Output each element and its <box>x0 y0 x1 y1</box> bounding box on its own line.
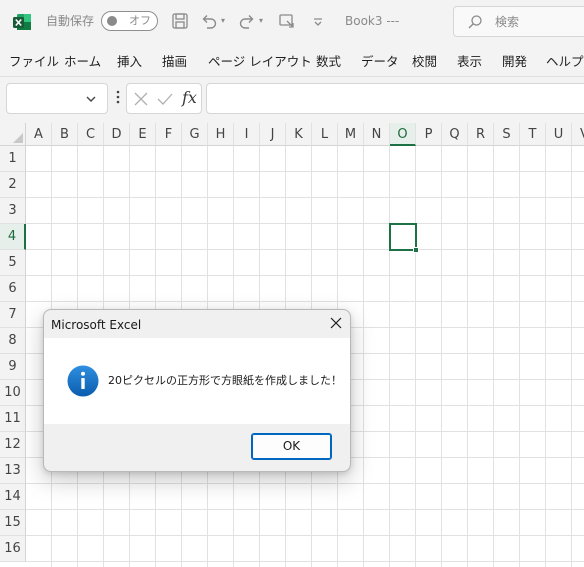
confirm-check-icon[interactable] <box>157 91 173 107</box>
save-icon[interactable] <box>171 12 189 30</box>
column-header[interactable]: M <box>338 123 364 146</box>
formula-controls: fx <box>126 83 202 114</box>
column-header[interactable]: J <box>260 123 286 146</box>
row-header[interactable]: 15 <box>0 510 26 536</box>
tab-developer[interactable]: 開発 <box>502 54 527 70</box>
dialog-title: Microsoft Excel <box>51 318 142 332</box>
column-header[interactable]: I <box>234 123 260 146</box>
tab-home[interactable]: ホーム <box>64 54 101 70</box>
row-header[interactable]: 2 <box>0 172 26 198</box>
column-header[interactable]: P <box>416 123 442 146</box>
close-icon[interactable] <box>329 316 343 330</box>
tab-help[interactable]: ヘルプ <box>546 54 584 70</box>
name-box[interactable] <box>6 83 108 114</box>
row-header[interactable]: 8 <box>0 328 26 354</box>
column-header[interactable]: F <box>156 123 182 146</box>
tab-page-layout[interactable]: ページ レイアウト <box>208 54 312 70</box>
search-placeholder: 検索 <box>495 15 520 29</box>
row-header[interactable]: 14 <box>0 484 26 510</box>
title-bar: 自動保存 オフ ▾ ▾ Book3 ‐‐‐ 検索 <box>0 0 584 44</box>
column-header[interactable]: B <box>52 123 78 146</box>
redo-icon[interactable] <box>238 12 256 30</box>
column-header[interactable]: C <box>78 123 104 146</box>
dialog-message: 20ピクセルの正方形で方眼紙を作成しました！ <box>108 374 342 387</box>
document-title: Book3 ‐‐‐ <box>345 14 400 28</box>
tab-formulas[interactable]: 数式 <box>316 54 341 70</box>
column-header[interactable]: H <box>208 123 234 146</box>
row-header[interactable]: 9 <box>0 354 26 380</box>
column-header[interactable]: O <box>390 123 416 146</box>
autosave-toggle-state: オフ <box>129 14 151 27</box>
search-box[interactable]: 検索 <box>453 6 584 37</box>
tab-insert[interactable]: 挿入 <box>117 54 142 70</box>
row-header[interactable]: 6 <box>0 276 26 302</box>
tab-data[interactable]: データ <box>361 54 399 70</box>
more-options-icon[interactable] <box>116 89 120 105</box>
redo-chevron-icon[interactable]: ▾ <box>259 17 263 25</box>
excel-logo-icon <box>13 14 31 30</box>
tab-view[interactable]: 表示 <box>457 54 482 70</box>
select-all-corner[interactable] <box>0 123 26 146</box>
formula-bar: fx <box>0 77 584 123</box>
row-header[interactable]: 5 <box>0 250 26 276</box>
column-header[interactable]: Q <box>442 123 468 146</box>
customize-toolbar-icon[interactable] <box>309 12 327 30</box>
tab-review[interactable]: 校閲 <box>412 54 437 70</box>
column-header[interactable]: G <box>182 123 208 146</box>
column-header[interactable]: V <box>572 123 584 146</box>
column-header[interactable]: D <box>104 123 130 146</box>
undo-chevron-icon[interactable]: ▾ <box>221 17 225 25</box>
formula-input[interactable] <box>206 83 584 114</box>
message-dialog: Microsoft Excel 20ピクセルの正方形で方眼紙を作成しました！ O… <box>43 309 351 472</box>
column-header[interactable]: U <box>546 123 572 146</box>
touch-mode-icon[interactable] <box>278 12 296 30</box>
fill-handle[interactable] <box>413 247 419 253</box>
tab-file[interactable]: ファイル <box>9 54 59 70</box>
autosave-label: 自動保存 <box>46 14 95 28</box>
column-header[interactable]: K <box>286 123 312 146</box>
column-header[interactable]: A <box>26 123 52 146</box>
insert-function-button[interactable]: fx <box>182 88 197 108</box>
column-header[interactable]: R <box>468 123 494 146</box>
search-icon <box>468 15 482 29</box>
info-icon <box>67 365 99 397</box>
chevron-down-icon[interactable] <box>85 93 97 105</box>
column-header[interactable]: T <box>520 123 546 146</box>
toggle-knob <box>107 16 117 26</box>
row-header[interactable]: 1 <box>0 146 26 172</box>
column-header[interactable]: L <box>312 123 338 146</box>
row-header[interactable]: 10 <box>0 380 26 406</box>
row-header[interactable]: 13 <box>0 458 26 484</box>
select-all-triangle-icon <box>13 133 23 143</box>
column-header[interactable]: S <box>494 123 520 146</box>
column-header[interactable]: E <box>130 123 156 146</box>
dialog-body: 20ピクセルの正方形で方眼紙を作成しました！ <box>44 338 350 424</box>
cancel-icon[interactable] <box>134 92 148 106</box>
row-header[interactable]: 12 <box>0 432 26 458</box>
row-header[interactable]: 7 <box>0 302 26 328</box>
row-header[interactable]: 3 <box>0 198 26 224</box>
row-header[interactable]: 11 <box>0 406 26 432</box>
row-header[interactable]: 4 <box>0 224 26 250</box>
column-header[interactable]: N <box>364 123 390 146</box>
tab-draw[interactable]: 描画 <box>162 54 187 70</box>
ribbon-tabs: ファイル ホーム 挿入 描画 ページ レイアウト 数式 データ 校閲 表示 開発… <box>0 44 584 77</box>
autosave-toggle[interactable]: オフ <box>101 11 158 31</box>
undo-icon[interactable] <box>200 12 218 30</box>
row-header[interactable]: 16 <box>0 536 26 562</box>
ok-button[interactable]: OK <box>251 433 332 460</box>
